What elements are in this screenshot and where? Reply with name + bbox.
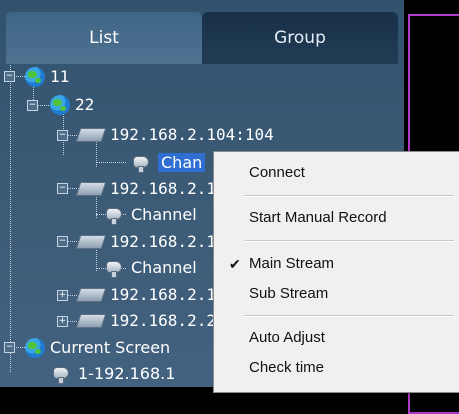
tree-node-label: 192.168.2.104:104 [110, 125, 274, 144]
tree-node-root[interactable]: 11 [25, 65, 69, 88]
tree-node-label: 192.168.2.1 [110, 179, 216, 198]
tab-group[interactable]: Group [202, 12, 398, 64]
menu-item-start-manual-record[interactable]: Start Manual Record [214, 204, 459, 232]
device-icon [75, 234, 107, 249]
globe-icon [25, 337, 45, 358]
menu-separator [244, 240, 454, 242]
menu-item-label: Sub Stream [249, 285, 329, 302]
tree-node-label: 1-192.168.1 [78, 364, 176, 383]
expand-root-icon[interactable]: − [4, 71, 15, 82]
tree-node-device-1[interactable]: 192.168.2.104:104 [75, 123, 274, 146]
tree-line-root [10, 64, 11, 372]
tree-node-label: Channel [131, 258, 197, 277]
menu-item-label: Connect [249, 164, 305, 181]
tree-line-channel-h [96, 162, 126, 163]
device-icon [75, 127, 107, 142]
menu-item-sub-stream[interactable]: Sub Stream [214, 280, 459, 308]
tree-node-label: 22 [75, 95, 95, 114]
tree-node-current-screen[interactable]: Current Screen [25, 336, 170, 359]
expand-device4-icon[interactable]: + [57, 290, 68, 301]
expand-current-screen-icon[interactable]: − [4, 342, 15, 353]
menu-item-connect[interactable]: Connect [214, 159, 459, 187]
expand-device2-icon[interactable]: − [57, 183, 68, 194]
tree-node-device-3[interactable]: 192.168.2.1 [75, 230, 216, 253]
tree-node-label: Current Screen [50, 338, 171, 357]
device-icon [75, 287, 107, 302]
globe-icon [25, 66, 45, 87]
menu-separator [244, 195, 454, 197]
menu-separator [244, 315, 454, 317]
menu-item-label: Check time [249, 359, 325, 376]
tree-node-label: Channel [131, 205, 197, 224]
tree-node-device-5[interactable]: 192.168.2.2 [75, 309, 216, 332]
menu-item-label: Start Manual Record [249, 209, 387, 226]
tree-node-label: 192.168.2.1 [110, 285, 216, 304]
tree-node-channel-2[interactable]: Channel [103, 203, 197, 226]
tree-node-label: Chan [158, 153, 206, 172]
panel-tabs: List Group [6, 12, 398, 64]
menu-item-label: Main Stream [249, 255, 335, 272]
context-menu: Connect Start Manual Record ✔ Main Strea… [213, 151, 459, 393]
tree-node-channel-3[interactable]: Channel [103, 256, 197, 279]
expand-device3-icon[interactable]: − [57, 236, 68, 247]
device-icon [75, 181, 107, 196]
device-icon [75, 313, 107, 328]
camera-icon [103, 259, 125, 278]
camera-icon [50, 365, 72, 384]
tree-node-label: 192.168.2.2 [110, 311, 216, 330]
globe-icon [50, 94, 70, 115]
menu-item-check-time[interactable]: Check time [214, 354, 459, 382]
expand-22-icon[interactable]: − [27, 100, 38, 111]
tree-node-device-2[interactable]: 192.168.2.1 [75, 177, 216, 200]
tab-list[interactable]: List [6, 12, 202, 64]
expand-device-icon[interactable]: − [57, 130, 68, 141]
menu-item-main-stream[interactable]: ✔ Main Stream [214, 250, 459, 278]
camera-icon [103, 206, 125, 225]
tree-node-current-item[interactable]: 1-192.168.1 [50, 362, 175, 385]
expand-device5-icon[interactable]: + [57, 316, 68, 327]
checkmark-icon: ✔ [229, 256, 241, 272]
menu-item-label: Auto Adjust [249, 329, 325, 346]
camera-icon [130, 154, 152, 173]
tree-node-channel-selected[interactable]: Chan [130, 151, 206, 174]
tree-node-device-4[interactable]: 192.168.2.1 [75, 283, 216, 306]
tree-node-22[interactable]: 22 [50, 93, 94, 116]
menu-item-auto-adjust[interactable]: Auto Adjust [214, 324, 459, 352]
tree-node-label: 192.168.2.1 [110, 232, 216, 251]
tree-node-label: 11 [50, 67, 70, 86]
